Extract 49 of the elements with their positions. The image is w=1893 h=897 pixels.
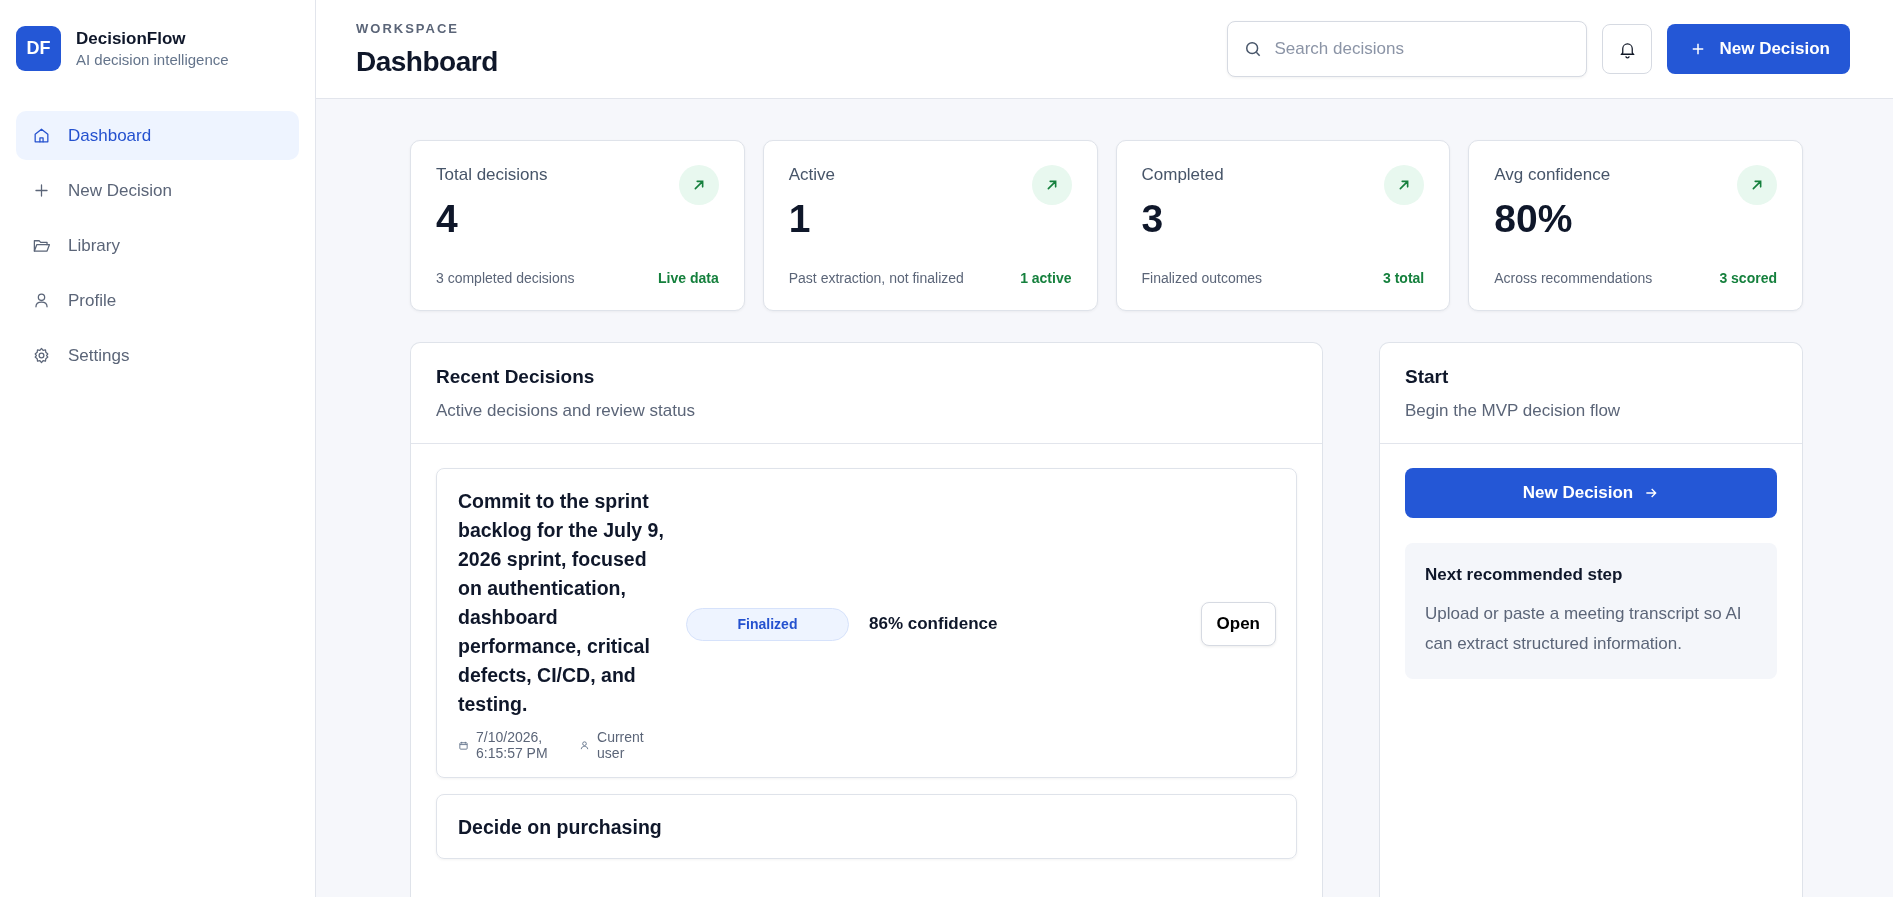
panel-title: Recent Decisions xyxy=(436,366,596,388)
decision-title: Decide on purchasing xyxy=(458,815,663,840)
app-name: DecisionFlow xyxy=(76,29,187,49)
logo-badge: DF xyxy=(16,26,61,71)
sidebar-item[interactable]: Profile xyxy=(16,276,299,325)
sidebar-item[interactable]: New Decision xyxy=(16,166,299,215)
user-icon xyxy=(579,739,591,751)
decision-title: Commit to the sprint backlog for the July 9, 2026 sprint, focused on authentication, dashboard performance, critical defects, CI/CD, and testing. xyxy=(458,489,665,717)
stat-tag: Live data xyxy=(658,270,719,286)
sidebar-item[interactable]: Dashboard xyxy=(16,111,299,160)
settings-icon xyxy=(32,346,51,365)
stat-tag: 1 active xyxy=(1020,270,1072,286)
stat-note: 3 completed decisions xyxy=(436,270,575,286)
next-step-text: Upload or paste a meeting transcript so AI can extract structured information. xyxy=(1425,603,1743,655)
new-decision-button[interactable]: New Decision xyxy=(1405,468,1777,518)
home-icon xyxy=(32,126,51,145)
stat-label: Total decisions xyxy=(436,165,548,185)
stat-value: 4 xyxy=(436,197,459,241)
stat-note: Finalized outcomes xyxy=(1141,270,1263,286)
panel-subtitle: Active decisions and review status xyxy=(436,401,696,421)
decision-owner: Current user xyxy=(597,729,645,761)
stat-value: 80% xyxy=(1494,197,1574,241)
stat-label: Active xyxy=(788,165,836,185)
plus-icon xyxy=(32,181,51,200)
panel-subtitle: Begin the MVP decision flow xyxy=(1405,401,1622,421)
user-icon xyxy=(32,291,51,310)
status-badge: Finalized xyxy=(686,607,849,641)
sidebar-item[interactable]: Settings xyxy=(16,331,299,380)
confidence-text: 86% confidence xyxy=(869,614,999,634)
decision-date: 7/10/2026, 6:15:57 PM xyxy=(476,729,549,761)
panel-title: Start xyxy=(1405,366,1450,388)
open-button[interactable]: Open xyxy=(1200,602,1276,646)
search-field[interactable]: Search decisions xyxy=(1227,21,1588,77)
new-decision-button[interactable]: New Decision xyxy=(1667,24,1850,74)
calendar-icon xyxy=(458,739,469,751)
stat-value: 3 xyxy=(1141,197,1165,241)
next-step-title: Next recommended step xyxy=(1425,565,1624,585)
stat-label: Avg confidence xyxy=(1494,165,1611,185)
stat-value: 1 xyxy=(788,197,812,241)
notifications-button[interactable] xyxy=(1602,24,1653,74)
stat-tag: 3 total xyxy=(1383,270,1425,286)
stat-label: Completed xyxy=(1141,165,1224,185)
sidebar-item[interactable]: Library xyxy=(16,221,299,270)
section-eyebrow: WORKSPACE xyxy=(356,20,460,36)
page-title: Dashboard xyxy=(356,45,498,78)
stat-note: Across recommendations xyxy=(1494,270,1653,286)
stat-note: Past extraction, not finalized xyxy=(788,270,964,286)
app-tagline: AI decision intelligence xyxy=(76,51,229,68)
stat-tag: 3 scored xyxy=(1719,270,1777,286)
